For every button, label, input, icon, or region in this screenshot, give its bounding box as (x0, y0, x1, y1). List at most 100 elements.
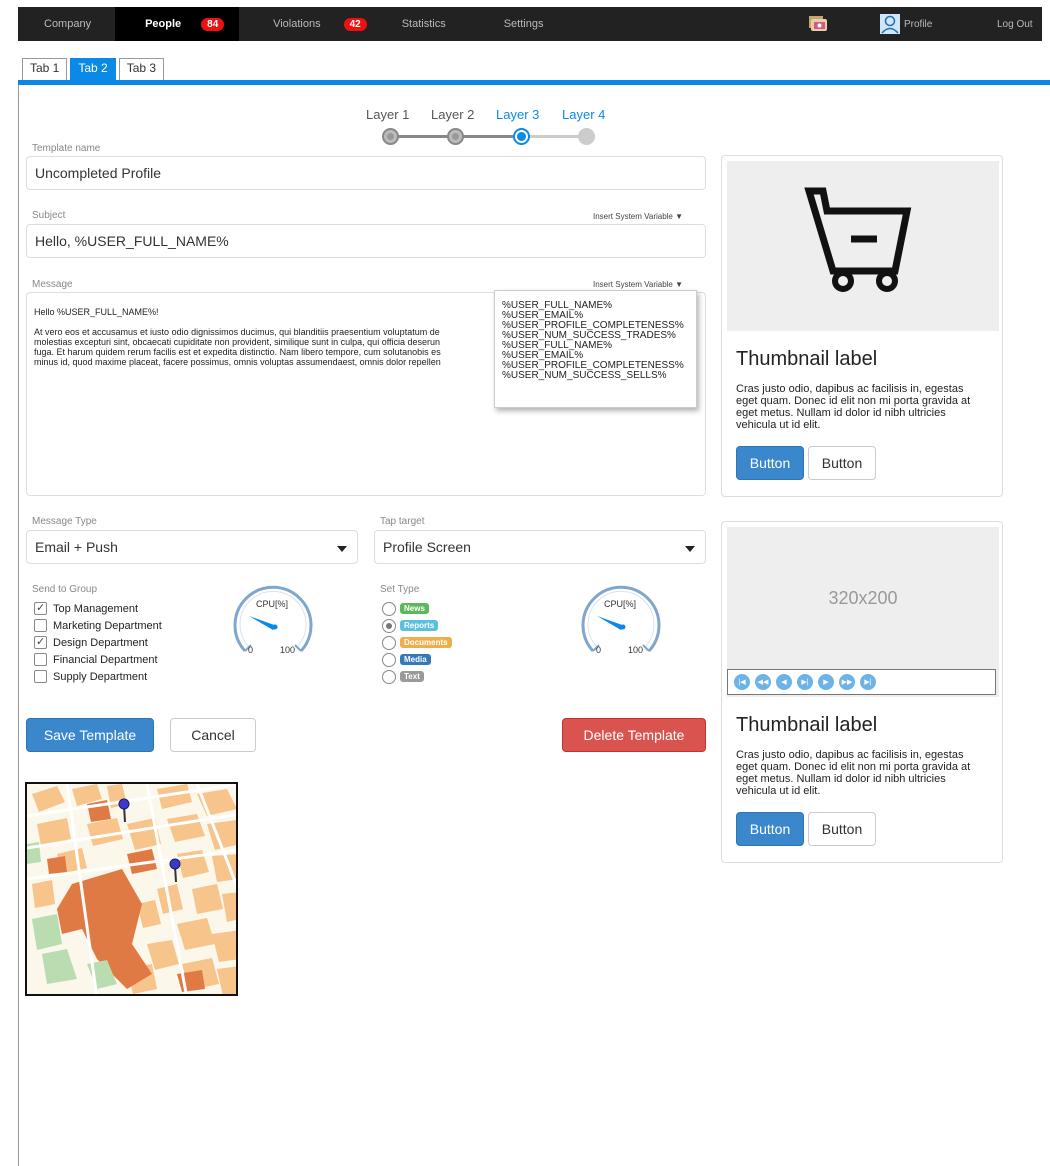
group-option-label: Design Department (53, 636, 148, 649)
type-option[interactable]: Documents (382, 634, 452, 651)
skip-end-icon[interactable]: ▶| (860, 674, 876, 690)
step-back-icon[interactable]: ◀ (776, 674, 792, 690)
city-map[interactable] (25, 782, 238, 996)
step-dot-1[interactable] (382, 128, 399, 145)
card-primary-button[interactable]: Button (736, 446, 804, 480)
step-forward-icon[interactable]: ▶ (818, 674, 834, 690)
radio-button[interactable] (382, 618, 396, 633)
step-connector (528, 135, 580, 138)
layer-stepper: Layer 1 Layer 2 Layer 3 Layer 4 (362, 106, 622, 146)
gauge-max: 100 (280, 645, 296, 655)
delete-template-button[interactable]: Delete Template (562, 718, 706, 752)
group-option-label: Top Management (53, 602, 138, 615)
type-option[interactable]: Media (382, 651, 452, 668)
nav-settings[interactable]: Settings (446, 7, 544, 41)
subject-input[interactable]: Hello, %USER_FULL_NAME% (26, 224, 706, 258)
checkbox[interactable] (34, 635, 47, 649)
type-option[interactable]: News (382, 600, 452, 617)
user-avatar-icon (880, 14, 900, 34)
radio-button[interactable] (382, 652, 396, 667)
nav-logout[interactable]: Log Out (997, 7, 1033, 41)
step-connector (398, 135, 448, 138)
nav-statistics[interactable]: Statistics (367, 7, 446, 41)
step-dot-3[interactable] (513, 128, 530, 145)
type-label-pill: News (400, 603, 429, 614)
message-type-label: Message Type (32, 516, 97, 527)
type-label-pill: Media (400, 654, 431, 665)
violations-count-badge: 42 (343, 17, 367, 31)
people-count-badge: 84 (201, 17, 225, 31)
group-option[interactable]: Design Department (34, 634, 162, 651)
wallet-icon (809, 16, 827, 31)
group-option[interactable]: Supply Department (34, 668, 162, 685)
step-connector (463, 135, 513, 138)
fast-forward-icon[interactable]: ▶▶ (839, 674, 855, 690)
map-graphic (27, 784, 236, 994)
tap-target-label: Tap target (380, 516, 425, 527)
nav-violations[interactable]: Violations 42 (239, 7, 367, 41)
save-template-button[interactable]: Save Template (26, 718, 154, 752)
message-type-select[interactable]: Email + Push (26, 530, 358, 564)
variable-option[interactable]: %USER_NUM_SUCCESS_SELLS% (502, 371, 689, 381)
step-dot-4[interactable] (578, 128, 595, 145)
subject-insert-variable[interactable]: Insert System Variable ▼ (593, 212, 683, 221)
step-label-2: Layer 2 (431, 107, 475, 122)
gauge-max: 100 (628, 645, 644, 655)
checkbox[interactable] (34, 653, 47, 666)
tab-1[interactable]: Tab 1 (22, 58, 68, 80)
template-name-input[interactable]: Uncompleted Profile (26, 156, 706, 190)
nav-profile[interactable]: Profile (880, 7, 932, 41)
template-name-value: Uncompleted Profile (35, 165, 162, 181)
message-insert-variable[interactable]: Insert System Variable ▼ (593, 280, 683, 289)
content-left-border (18, 85, 19, 1166)
group-option[interactable]: Financial Department (34, 651, 162, 668)
group-checkbox-list: Top Management Marketing Department Desi… (34, 600, 162, 685)
card-primary-button[interactable]: Button (736, 812, 804, 846)
cancel-button[interactable]: Cancel (170, 718, 256, 752)
card-secondary-button[interactable]: Button (808, 812, 876, 846)
group-option[interactable]: Marketing Department (34, 617, 162, 634)
subject-value: Hello, %USER_FULL_NAME% (35, 233, 229, 249)
tab-2[interactable]: Tab 2 (70, 58, 116, 80)
radio-button[interactable] (382, 669, 396, 684)
tab-3[interactable]: Tab 3 (118, 58, 165, 80)
type-option[interactable]: Reports (382, 617, 452, 634)
checkbox[interactable] (34, 670, 47, 683)
radio-button[interactable] (382, 601, 396, 616)
type-option[interactable]: Text (382, 668, 452, 685)
group-option[interactable]: Top Management (34, 600, 162, 617)
cpu-gauge-right: CPU[%] 0 100 (577, 581, 665, 661)
skip-start-icon[interactable]: |◀ (734, 674, 750, 690)
cpu-gauge-left: CPU[%] 0 100 (229, 581, 317, 661)
group-option-label: Financial Department (53, 653, 158, 666)
radio-button[interactable] (382, 635, 396, 650)
caret-down-icon (337, 546, 347, 552)
rewind-icon[interactable]: ◀◀ (755, 674, 771, 690)
card-image (727, 161, 999, 331)
step-dot-2[interactable] (447, 128, 464, 145)
group-option-label: Marketing Department (53, 619, 162, 632)
system-variable-dropdown: %USER_FULL_NAME% %USER_EMAIL% %USER_PROF… (494, 290, 697, 408)
checkbox[interactable] (34, 601, 47, 615)
nav-company[interactable]: Company (18, 7, 115, 41)
send-group-label: Send to Group (32, 584, 98, 595)
nav-people[interactable]: People 84 (115, 7, 240, 41)
set-type-label: Set Type (380, 584, 420, 595)
nav-wallet[interactable] (807, 7, 829, 41)
checkbox[interactable] (34, 619, 47, 632)
shopping-cart-icon (804, 187, 912, 292)
nav-settings-label: Settings (503, 18, 544, 30)
card-text: Cras justo odio, dapibus ac facilisis in… (736, 383, 971, 431)
message-type-value: Email + Push (35, 539, 118, 555)
nav-profile-label: Profile (904, 18, 933, 30)
tap-target-select[interactable]: Profile Screen (374, 530, 706, 564)
gauge-min: 0 (248, 645, 254, 655)
tab-underline (18, 80, 1050, 85)
gauge-title: CPU[%] (256, 599, 289, 609)
step-label-1: Layer 1 (366, 107, 410, 122)
tap-target-value: Profile Screen (383, 539, 471, 555)
message-label: Message (32, 279, 73, 290)
play-pause-icon[interactable]: ▶| (797, 674, 813, 690)
image-size-label: 320x200 (828, 587, 898, 608)
card-secondary-button[interactable]: Button (808, 446, 876, 480)
